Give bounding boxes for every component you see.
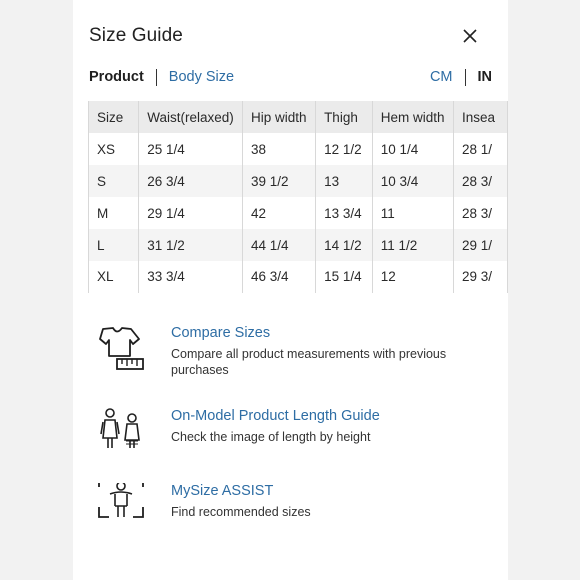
column-header: Hip width [242,101,317,133]
table-cell: 26 3/4 [138,165,243,197]
table-cell: 12 1/2 [315,133,373,165]
table-cell: 28 3/ [453,197,508,229]
table-cell: 38 [242,133,317,165]
table-cell: 11 1/2 [372,229,455,261]
table-row: XL 33 3/4 46 3/4 15 1/4 12 29 3/ [88,261,508,293]
table-cell: 10 3/4 [372,165,455,197]
table-cell: 29 3/ [453,261,508,293]
compare-sizes-link[interactable]: Compare Sizes [171,325,471,341]
table-cell: 25 1/4 [138,133,243,165]
table-cell: 11 [372,197,455,229]
table-cell: 42 [242,197,317,229]
table-cell: L [88,229,140,261]
table-row: L 31 1/2 44 1/4 14 1/2 11 1/2 29 1/ [88,229,508,261]
table-cell: M [88,197,140,229]
unit-cm-button[interactable]: CM [430,69,453,85]
size-table-scroll[interactable]: Size Waist(relaxed) Hip width Thigh Hem … [88,101,508,293]
on-model-guide-description: Check the image of length by height [171,430,371,444]
size-guide-panel: Size Guide Product Body Size CM IN Size … [73,0,508,580]
table-row: XS 25 1/4 38 12 1/2 10 1/4 28 1/ [88,133,508,165]
size-table: Size Waist(relaxed) Hip width Thigh Hem … [88,101,508,293]
table-cell: 33 3/4 [138,261,243,293]
column-header: Waist(relaxed) [138,101,243,133]
close-icon[interactable] [461,27,479,45]
column-header: Hem width [372,101,455,133]
column-header: Insea [453,101,508,133]
compare-sizes-description: Compare all product measurements with pr… [171,347,447,377]
tshirt-ruler-icon [99,327,144,370]
table-cell: 29 1/ [453,229,508,261]
table-cell: 13 3/4 [315,197,373,229]
table-cell: 14 1/2 [315,229,373,261]
table-row: M 29 1/4 42 13 3/4 11 28 3/ [88,197,508,229]
table-cell: S [88,165,140,197]
on-model-guide-text: On-Model Product Length Guide Check the … [171,408,471,445]
mysize-assist-text: MySize ASSIST Find recommended sizes [171,483,471,520]
table-cell: 28 1/ [453,133,508,165]
table-cell: 44 1/4 [242,229,317,261]
table-cell: 28 3/ [453,165,508,197]
column-header: Size [88,101,140,133]
tab-product[interactable]: Product [89,69,144,85]
table-cell: 10 1/4 [372,133,455,165]
column-header: Thigh [315,101,373,133]
table-cell: 29 1/4 [138,197,243,229]
table-cell: 39 1/2 [242,165,317,197]
table-cell: XS [88,133,140,165]
tab-divider [155,68,157,86]
unit-toggle: CM IN [430,67,492,87]
table-cell: XL [88,261,140,293]
mysize-assist-link[interactable]: MySize ASSIST [171,483,471,499]
models-icon [100,408,140,448]
unit-divider [464,68,466,86]
table-cell: 46 3/4 [242,261,317,293]
measurement-type-tabs: Product Body Size [89,67,234,87]
table-row: S 26 3/4 39 1/2 13 10 3/4 28 3/ [88,165,508,197]
compare-sizes-text: Compare Sizes Compare all product measur… [171,325,471,378]
table-cell: 13 [315,165,373,197]
mysize-assist-description: Find recommended sizes [171,505,311,519]
on-model-guide-link[interactable]: On-Model Product Length Guide [171,408,471,424]
table-cell: 31 1/2 [138,229,243,261]
table-cell: 12 [372,261,455,293]
page-title: Size Guide [89,25,183,46]
unit-in-button[interactable]: IN [478,69,493,85]
body-scan-icon [98,483,144,518]
table-cell: 15 1/4 [315,261,373,293]
tab-body-size[interactable]: Body Size [169,69,234,85]
table-header-row: Size Waist(relaxed) Hip width Thigh Hem … [88,101,508,133]
